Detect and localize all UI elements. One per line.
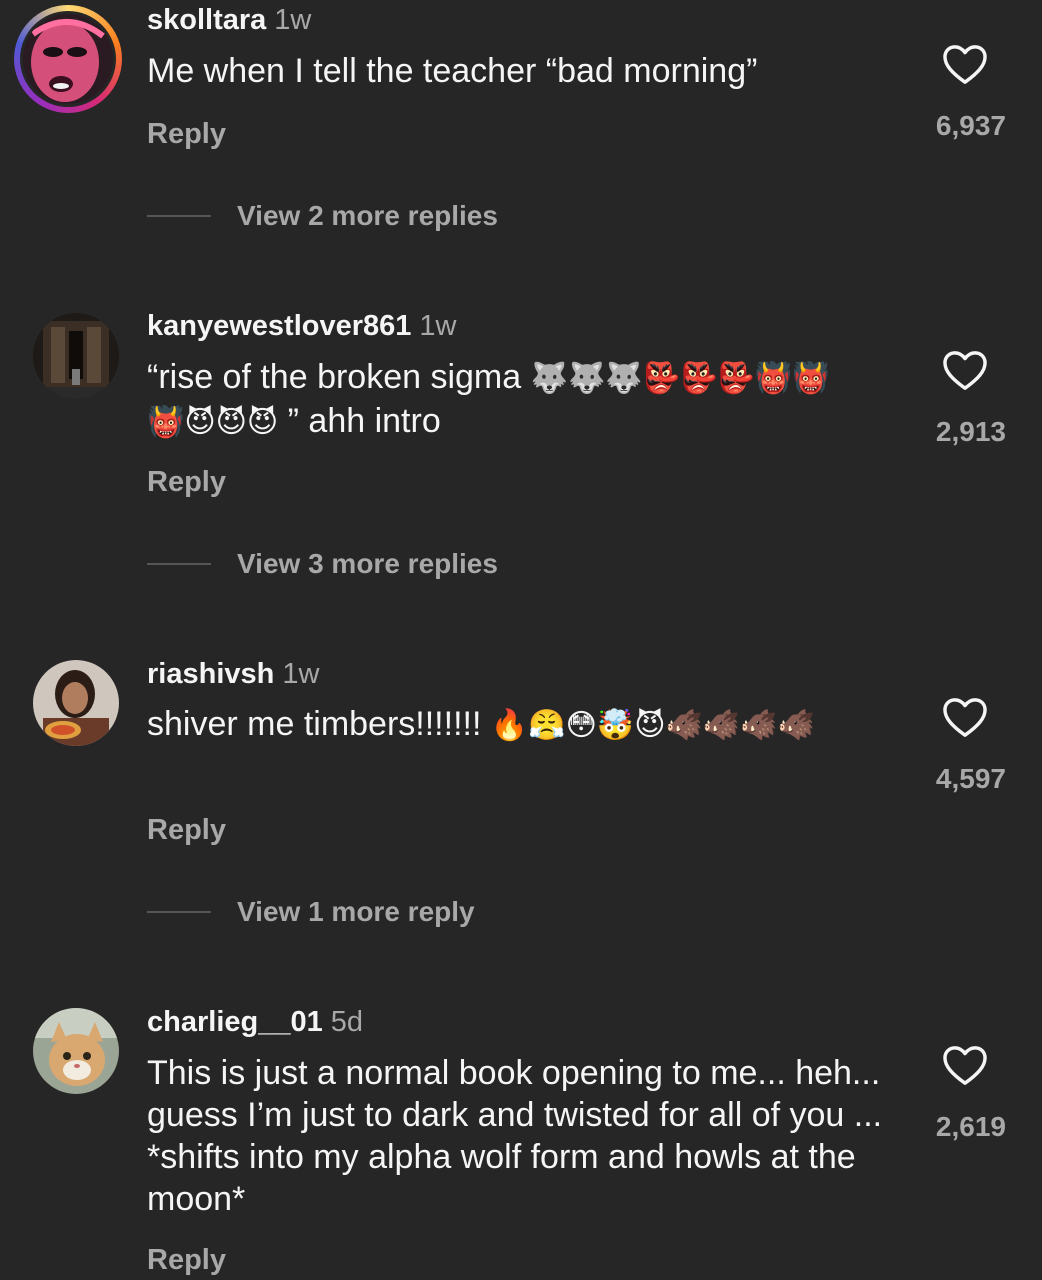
like-control: 2,913 — [930, 350, 1006, 447]
comment-text-tail: ” ahh intro — [287, 402, 441, 440]
username[interactable]: skolltara — [147, 4, 266, 36]
like-control: 6,937 — [930, 44, 1006, 141]
comment-text-content: Me when I tell the teacher “bad morning” — [147, 52, 758, 90]
comment-text-content: “rise of the broken sigma — [147, 358, 522, 396]
like-count: 2,619 — [935, 1111, 1006, 1142]
avatar-story-ring[interactable] — [14, 5, 122, 113]
like-count: 2,913 — [935, 416, 1006, 447]
like-count: 6,937 — [935, 110, 1006, 141]
comment-text-content: This is just a normal book opening to me… — [147, 1054, 883, 1218]
username[interactable]: charlieg__01 — [147, 1006, 323, 1038]
comment-text: Me when I tell the teacher “bad morning” — [147, 50, 882, 92]
comment-text: This is just a normal book opening to me… — [147, 1052, 887, 1220]
heart-outline-icon[interactable] — [942, 44, 988, 86]
replies-divider — [147, 563, 211, 565]
comment-header: kanyewestlover861 1w — [147, 308, 456, 344]
reply-button[interactable]: Reply — [147, 464, 226, 500]
comment-header: charlieg__01 5d — [147, 1004, 363, 1040]
view-replies-button[interactable]: View 2 more replies — [147, 198, 498, 234]
comment-text: shiver me timbers!!!!!!! 🔥😤😳🤯😈🐗🐗🐗🐗 — [147, 703, 852, 747]
replies-divider — [147, 215, 211, 217]
replies-divider — [147, 911, 211, 913]
avatar[interactable] — [33, 313, 119, 399]
emoji-sequence: 🔥😤😳🤯😈🐗🐗🐗🐗 — [490, 708, 815, 743]
avatar[interactable] — [33, 660, 119, 746]
comment-header: skolltara 1w — [147, 2, 311, 38]
timestamp: 1w — [274, 4, 312, 36]
reply-button[interactable]: Reply — [147, 116, 226, 152]
heart-outline-icon[interactable] — [942, 697, 988, 739]
comment-text-content: shiver me timbers!!!!!!! — [147, 705, 482, 743]
like-control: 2,619 — [930, 1045, 1006, 1142]
view-replies-button[interactable]: View 3 more replies — [147, 546, 498, 582]
heart-outline-icon[interactable] — [942, 350, 988, 392]
timestamp: 1w — [419, 310, 457, 342]
view-replies-label: View 2 more replies — [237, 200, 498, 231]
username[interactable]: riashivsh — [147, 658, 274, 690]
heart-outline-icon[interactable] — [942, 1045, 988, 1087]
view-replies-button[interactable]: View 1 more reply — [147, 894, 475, 930]
reply-button[interactable]: Reply — [147, 812, 226, 848]
view-replies-label: View 3 more replies — [237, 548, 498, 579]
avatar — [23, 14, 113, 104]
like-control: 4,597 — [930, 697, 1006, 794]
comment-header: riashivsh 1w — [147, 656, 319, 692]
like-count: 4,597 — [935, 763, 1006, 794]
avatar[interactable] — [33, 1008, 119, 1094]
username[interactable]: kanyewestlover861 — [147, 310, 411, 342]
timestamp: 5d — [330, 1006, 363, 1038]
view-replies-label: View 1 more reply — [237, 896, 475, 927]
timestamp: 1w — [282, 658, 320, 690]
comment-text: “rise of the broken sigma 🐺🐺🐺👺👺👺👹👹👹😈😈😈 ”… — [147, 356, 847, 444]
reply-button[interactable]: Reply — [147, 1242, 226, 1278]
